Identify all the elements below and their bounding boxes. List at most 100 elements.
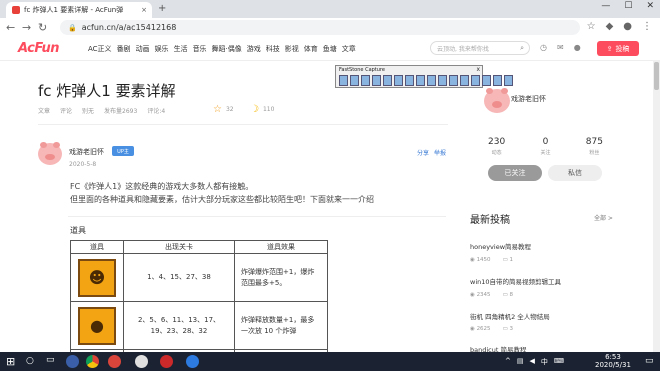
stat-following[interactable]: 0 关注 (540, 137, 550, 156)
nav-item[interactable]: AC正义 (88, 44, 112, 54)
menu-kebab-icon[interactable]: ⋮ (642, 21, 652, 32)
app-icon[interactable] (135, 355, 148, 368)
recent-post-title[interactable]: 街机 四角精机2 全人物結局 (470, 311, 550, 321)
nav-item[interactable]: 音乐 (193, 44, 207, 54)
browser-tab-bar: fc 炸弹人1 要素详解 - AcFun弹 × + — ☐ ✕ (0, 0, 660, 18)
page-scrollbar[interactable] (653, 60, 660, 352)
notification-icon[interactable]: ▭ (645, 356, 654, 366)
contribute-button[interactable]: ⇪ 投稿 (597, 41, 639, 56)
capture-tool-icon[interactable] (339, 75, 348, 86)
maximize-button[interactable]: ☐ (624, 1, 632, 11)
nav-item[interactable]: 游戏 (247, 44, 261, 54)
star-bookmark-icon[interactable]: ☆ (587, 21, 596, 32)
forward-arrow-icon[interactable]: → (22, 21, 31, 34)
app-icon[interactable] (160, 355, 173, 368)
capture-tool-icon[interactable] (361, 75, 370, 86)
nav-item[interactable]: 影视 (285, 44, 299, 54)
nav-item[interactable]: 番剧 (117, 44, 131, 54)
volume-icon[interactable]: ◀ (530, 357, 535, 367)
recent-post-title[interactable]: honeyview简易教程 (470, 241, 531, 251)
capture-tool-icon[interactable] (460, 75, 469, 86)
new-tab-button[interactable]: + (158, 3, 166, 14)
close-window-button[interactable]: ✕ (646, 1, 654, 11)
sidebar-author-name[interactable]: 戏游老旧怀 (511, 94, 546, 104)
table-row: ☻ 1、4、15、27、38 炸弹爆炸范围+1，爆炸 范围最多+5。 (70, 253, 328, 302)
banana-icon: ☽ (250, 104, 259, 115)
like-button[interactable]: ☆ 32 (213, 104, 234, 115)
article-title: fc 炸弹人1 要素详解 (38, 82, 176, 100)
chrome-icon[interactable] (86, 355, 99, 368)
address-bar[interactable]: 🔒 acfun.cn/a/ac15412168 (60, 20, 580, 35)
capture-tool-icon[interactable] (427, 75, 436, 86)
nav-item[interactable]: 文章 (342, 44, 356, 54)
coin-button[interactable]: ☽ 110 (250, 104, 274, 115)
message-button[interactable]: 私信 (548, 165, 602, 181)
file-explorer-icon[interactable] (66, 355, 79, 368)
windows-start-icon[interactable]: ⊞ (6, 355, 15, 368)
windows-taskbar: ⊞ ○ ▭ ^ ▤ ◀ 中 ⌨ 6:53 2020/5/31 ▭ (0, 352, 660, 371)
browser-tab[interactable]: fc 炸弹人1 要素详解 - AcFun弹 × (6, 2, 152, 18)
like-star-icon: ☆ (213, 104, 222, 115)
capture-tool-icon[interactable] (372, 75, 381, 86)
network-icon[interactable]: ▤ (517, 357, 524, 367)
tab-title: fc 炸弹人1 要素详解 - AcFun弹 (24, 6, 124, 14)
main-nav: AC正义 番剧 动画 娱乐 生活 音乐 舞蹈·偶像 游戏 科技 影视 体育 鱼塘… (88, 44, 356, 54)
taskbar-clock[interactable]: 6:53 2020/5/31 (595, 353, 631, 369)
section-heading: 道具 (70, 226, 86, 235)
tray-up-arrow-icon[interactable]: ^ (505, 357, 511, 367)
back-arrow-icon[interactable]: ← (6, 21, 15, 34)
stat-posts[interactable]: 230 动态 (488, 137, 505, 156)
capture-tool-icon[interactable] (504, 75, 513, 86)
profile-avatar-icon[interactable]: ● (623, 21, 632, 32)
stages-line: 1、4、15、27、38 (147, 273, 211, 281)
nav-item[interactable]: 娱乐 (155, 44, 169, 54)
keyboard-icon[interactable]: ⌨ (554, 357, 564, 367)
nav-item[interactable]: 生活 (174, 44, 188, 54)
capture-tool-icon[interactable] (493, 75, 502, 86)
message-icon[interactable]: ✉ (557, 43, 564, 52)
history-icon[interactable]: ◷ (540, 43, 547, 52)
capture-tool-icon[interactable] (383, 75, 392, 86)
capture-tool-icon[interactable] (416, 75, 425, 86)
ime-indicator[interactable]: 中 (541, 357, 548, 367)
acfun-logo[interactable]: AcFun (18, 41, 60, 56)
faststone-capture-toolbar[interactable]: FastStone Capture x (335, 65, 513, 88)
nav-item[interactable]: 舞蹈·偶像 (212, 44, 242, 54)
extension-icon[interactable]: ◆ (606, 21, 614, 32)
scrollbar-thumb[interactable] (654, 62, 659, 90)
followed-button[interactable]: 已关注 (488, 165, 542, 181)
task-view-icon[interactable]: ▭ (46, 355, 55, 365)
capture-tool-icon[interactable] (438, 75, 447, 86)
recent-post-title[interactable]: win10自带的简易视频剪辑工具 (470, 276, 561, 286)
capture-tool-icon[interactable] (394, 75, 403, 86)
stages-cell: 2、5、6、11、13、17、 19、23、28、32 (123, 301, 235, 350)
meta-item[interactable]: 评论 (60, 106, 72, 115)
taskbar-search-icon[interactable]: ○ (26, 356, 34, 366)
user-avatar-icon[interactable]: ● (574, 43, 581, 52)
share-link[interactable]: 分享 (417, 148, 429, 157)
view-all-link[interactable]: 全部 > (594, 213, 613, 222)
capture-close-icon[interactable]: x (476, 66, 480, 73)
site-search-input[interactable]: 云顶动, 我来帮你找 ⌕ (430, 41, 530, 55)
stat-fans[interactable]: 875 粉丝 (586, 137, 603, 156)
close-tab-icon[interactable]: × (141, 6, 147, 14)
nav-item[interactable]: 鱼塘 (323, 44, 337, 54)
app-icon[interactable] (108, 355, 121, 368)
reload-icon[interactable]: ↻ (38, 21, 47, 34)
nav-item[interactable]: 体育 (304, 44, 318, 54)
capture-tool-icon[interactable] (482, 75, 491, 86)
search-icon[interactable]: ⌕ (520, 44, 524, 53)
capture-tool-icon[interactable] (350, 75, 359, 86)
sidebar-avatar[interactable] (484, 87, 510, 113)
report-link[interactable]: 举报 (434, 148, 446, 157)
nav-item[interactable]: 动画 (136, 44, 150, 54)
nav-item[interactable]: 科技 (266, 44, 280, 54)
minimize-button[interactable]: — (601, 1, 610, 11)
author-name[interactable]: 戏游老旧怀 (69, 147, 104, 157)
capture-tool-icon[interactable] (449, 75, 458, 86)
meta-item[interactable]: 文章 (38, 106, 50, 115)
app-icon[interactable] (186, 355, 199, 368)
capture-tool-icon[interactable] (405, 75, 414, 86)
author-avatar[interactable] (38, 141, 62, 165)
capture-tool-icon[interactable] (471, 75, 480, 86)
